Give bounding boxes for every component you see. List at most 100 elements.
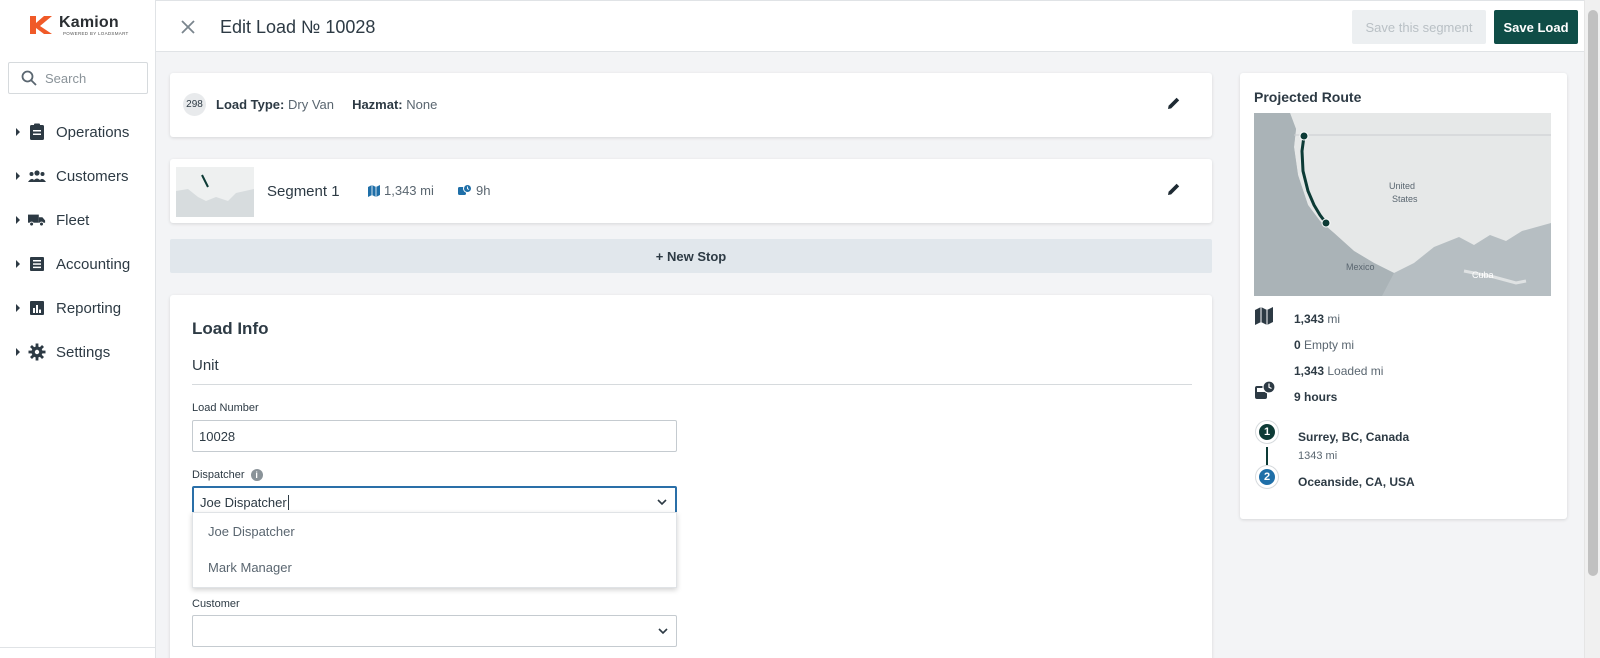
sidebar-nav: Operations Customers Fleet Accounting Re… xyxy=(0,110,155,374)
kamion-k-icon xyxy=(30,16,52,34)
caret-right-icon xyxy=(16,260,20,268)
logo-tagline: POWERED BY LOADSMART xyxy=(63,30,129,36)
customer-select[interactable] xyxy=(192,615,677,647)
kamion-logo[interactable]: Kamion POWERED BY LOADSMART xyxy=(28,14,129,36)
total-miles: 1,343 mi xyxy=(1294,312,1340,326)
load-type-label: Load Type: xyxy=(216,97,285,112)
clipboard-icon xyxy=(28,123,46,141)
logo-name: Kamion xyxy=(59,13,119,31)
page-header: Edit Load № 10028 Save this segment Save… xyxy=(156,0,1584,52)
bus-clock-icon xyxy=(458,184,472,195)
edit-pencil-icon[interactable] xyxy=(1166,95,1182,111)
segment-distance-value: 1,343 mi xyxy=(384,183,434,198)
save-load-button[interactable]: Save Load xyxy=(1494,10,1578,44)
empty-miles-value: 0 xyxy=(1294,338,1301,352)
route-title: Projected Route xyxy=(1254,89,1362,105)
caret-right-icon xyxy=(16,128,20,136)
segment-duration: 9h xyxy=(458,183,490,198)
page-title: Edit Load № 10028 xyxy=(220,17,376,37)
dispatcher-value: Joe Dispatcher xyxy=(200,494,287,510)
empty-miles-unit: Empty mi xyxy=(1304,338,1355,352)
sidebar-item-reporting[interactable]: Reporting xyxy=(0,286,155,330)
projected-route-card: Projected Route United States Mexico Cub… xyxy=(1240,73,1567,519)
segment-distance: 1,343 mi xyxy=(368,183,434,198)
close-icon[interactable] xyxy=(178,17,198,37)
search-input[interactable]: Search xyxy=(8,62,148,94)
sidebar-item-label: Settings xyxy=(56,343,111,361)
total-miles-unit: mi xyxy=(1327,312,1341,326)
dispatcher-label: Dispatcher xyxy=(192,469,245,481)
save-segment-button[interactable]: Save this segment xyxy=(1352,10,1486,44)
load-info-card: Load Info Unit Load Number Dispatcher i … xyxy=(170,295,1212,658)
sidebar-item-accounting[interactable]: Accounting xyxy=(0,242,155,286)
map-label-states: States xyxy=(1392,194,1418,204)
map-label-cuba: Cuba xyxy=(1472,270,1494,280)
hazmat-label: Hazmat: xyxy=(352,97,403,112)
map-label-mexico: Mexico xyxy=(1346,262,1375,272)
load-type-card: 298 Load Type: Dry Van Hazmat: None xyxy=(170,73,1212,137)
total-miles-value: 1,343 xyxy=(1294,312,1325,326)
info-icon[interactable]: i xyxy=(250,469,263,481)
load-info-title: Load Info xyxy=(192,319,269,338)
bus-clock-icon xyxy=(1255,380,1276,399)
caret-right-icon xyxy=(16,304,20,312)
text-cursor xyxy=(287,494,289,510)
stop-number-badge: 1 xyxy=(1256,421,1278,443)
sidebar-item-label: Accounting xyxy=(56,255,131,273)
route-map[interactable]: United States Mexico Cuba xyxy=(1254,113,1551,296)
sidebar-item-operations[interactable]: Operations xyxy=(0,110,155,154)
sidebar-item-customers[interactable]: Customers xyxy=(0,154,155,198)
sidebar-item-label: Fleet xyxy=(56,211,90,229)
search-placeholder: Search xyxy=(45,70,87,86)
unit-section-title: Unit xyxy=(192,357,219,374)
edit-pencil-icon[interactable] xyxy=(1166,181,1182,197)
load-type-value: Dry Van xyxy=(288,97,334,112)
sidebar-item-settings[interactable]: Settings xyxy=(0,330,155,374)
stop-name: Oceanside, CA, USA xyxy=(1298,475,1415,489)
loaded-miles-value: 1,343 xyxy=(1294,364,1325,378)
sidebar: Kamion POWERED BY LOADSMART Search Opera… xyxy=(0,0,156,658)
dropdown-option[interactable]: Joe Dispatcher xyxy=(193,513,676,549)
stop-name: Surrey, BC, Canada xyxy=(1298,430,1410,444)
dispatcher-label-row: Dispatcher i xyxy=(192,469,263,481)
customer-label: Customer xyxy=(192,598,240,610)
sidebar-item-fleet[interactable]: Fleet xyxy=(0,198,155,242)
load-number-field[interactable] xyxy=(192,420,677,452)
stop-connector xyxy=(1266,447,1268,465)
page-scrollbar[interactable] xyxy=(1584,0,1600,658)
empty-miles: 0 Empty mi xyxy=(1294,338,1354,352)
caret-right-icon xyxy=(16,216,20,224)
people-icon xyxy=(28,167,46,185)
loaded-miles-unit: Loaded mi xyxy=(1327,364,1384,378)
new-stop-button[interactable]: + New Stop xyxy=(170,239,1212,273)
segment-title: Segment 1 xyxy=(267,183,340,200)
caret-right-icon xyxy=(16,348,20,356)
sidebar-item-label: Operations xyxy=(56,123,130,141)
map-icon xyxy=(368,184,380,197)
bar-chart-icon xyxy=(28,299,46,317)
dispatcher-dropdown: Joe Dispatcher Mark Manager xyxy=(192,512,677,588)
chevron-down-icon xyxy=(657,499,667,506)
segment-duration-value: 9h xyxy=(476,183,491,198)
sidebar-item-label: Customers xyxy=(56,167,129,185)
stop-distance: 1343 mi xyxy=(1298,450,1338,462)
truck-icon xyxy=(28,211,46,229)
map-label-united: United xyxy=(1389,181,1415,191)
sidebar-item-label: Reporting xyxy=(56,299,122,317)
hazmat-value: None xyxy=(406,97,438,112)
scrollbar-thumb[interactable] xyxy=(1588,10,1598,576)
dropdown-option[interactable]: Mark Manager xyxy=(193,549,676,585)
duration-hours: 9 hours xyxy=(1294,390,1338,404)
load-type-badge: 298 xyxy=(183,93,206,116)
sidebar-divider xyxy=(0,647,155,648)
load-number-label: Load Number xyxy=(192,402,259,414)
map-icon xyxy=(1255,307,1273,325)
segment-map-thumbnail xyxy=(176,167,254,217)
stop-number-badge: 2 xyxy=(1256,466,1278,488)
load-type-summary: Load Type: Dry Van Hazmat: None xyxy=(216,97,437,112)
caret-right-icon xyxy=(16,172,20,180)
segment-card[interactable]: Segment 1 1,343 mi 9h xyxy=(170,159,1212,223)
loaded-miles: 1,343 Loaded mi xyxy=(1294,364,1383,378)
gear-icon xyxy=(28,343,46,361)
search-icon xyxy=(21,70,37,86)
